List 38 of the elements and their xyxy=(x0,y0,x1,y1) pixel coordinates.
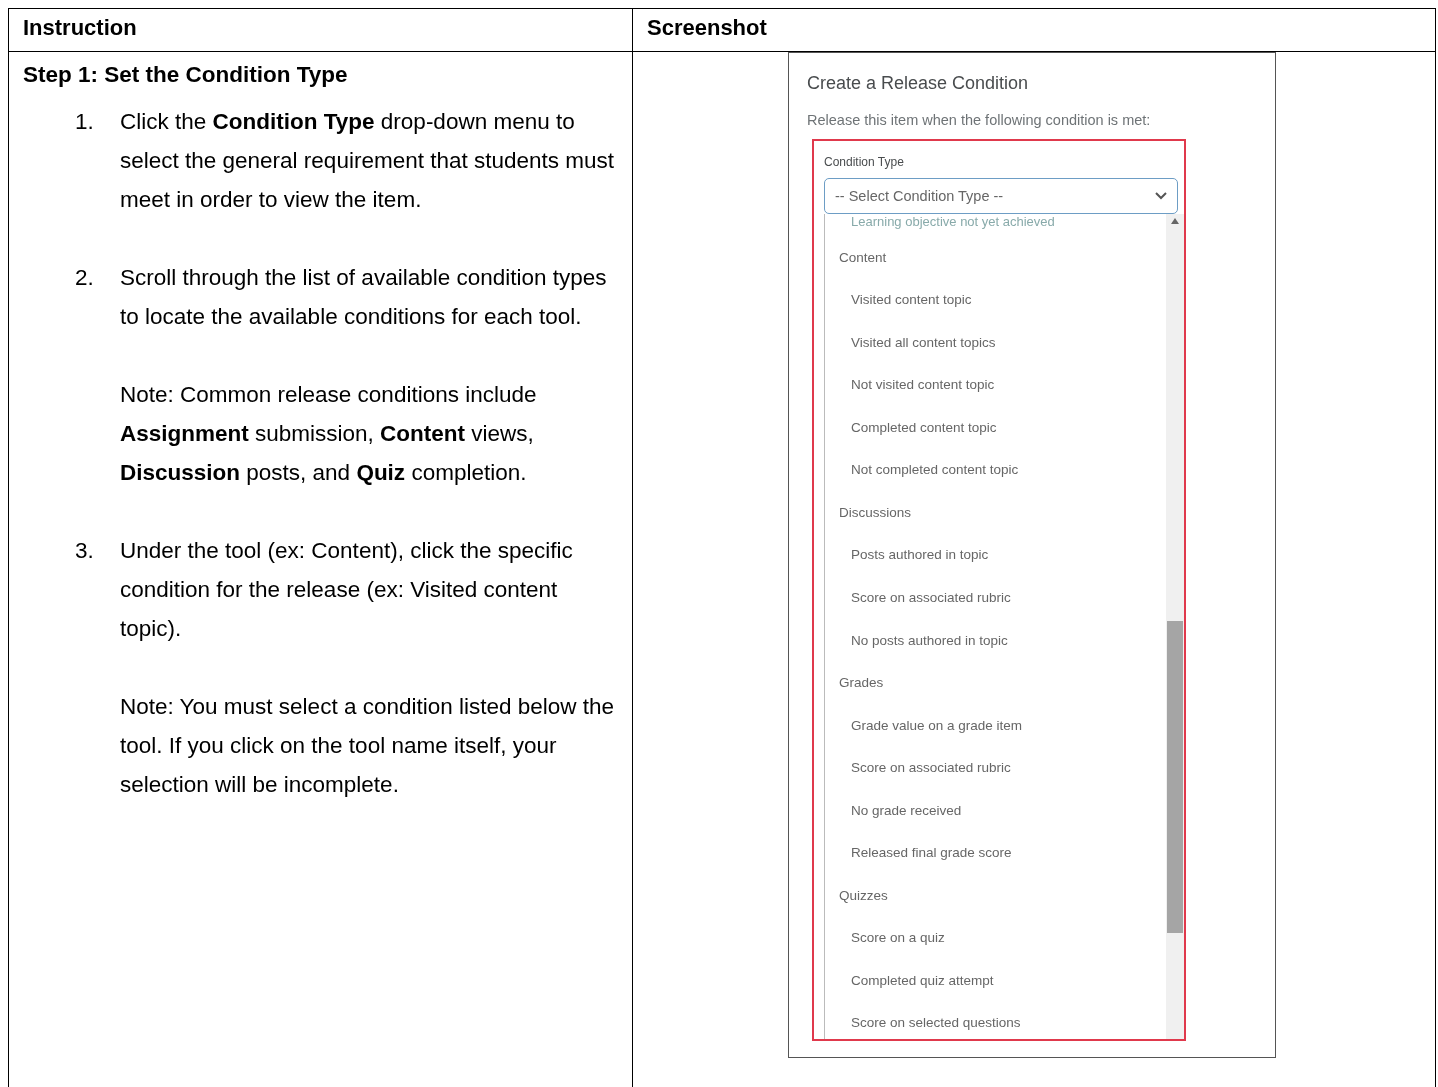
group-heading: Content xyxy=(839,249,887,265)
list-number: 2. xyxy=(74,264,95,292)
instruction-text: Under the tool (ex: Content), click the specific condition for the release (ex: Visited content topic). xyxy=(120,537,574,643)
option-item[interactable]: Completed quiz attempt xyxy=(851,972,994,988)
group-heading: Quizzes xyxy=(839,887,888,903)
scrollbar-thumb[interactable] xyxy=(1167,621,1183,933)
dialog-title: Create a Release Condition xyxy=(807,73,1029,94)
option-item[interactable]: Visited all content topics xyxy=(851,334,996,350)
option-item[interactable]: Score on a quiz xyxy=(851,930,945,946)
option-item[interactable]: Score on associated rubric xyxy=(851,590,1011,605)
option-item[interactable]: Grade value on a grade item xyxy=(851,717,1023,733)
option-item[interactable]: Score on selected questions xyxy=(851,1015,1021,1031)
condition-type-dropdown[interactable]: -- Select Condition Type -- xyxy=(824,178,1178,214)
list-number: 1. xyxy=(74,108,95,136)
scrollbar[interactable] xyxy=(1166,214,1184,1039)
option-item[interactable]: No grade received xyxy=(851,802,962,818)
instruction-text: Note: You must select a condition listed below the tool. If you click on the tool name itself, your selection will be incomplete. xyxy=(120,693,616,799)
option-item[interactable]: Completed content topic xyxy=(851,419,997,435)
column-header: Instruction xyxy=(8,8,633,52)
option-item[interactable]: Score on associated rubric xyxy=(851,760,1011,776)
chevron-icon xyxy=(1155,192,1167,200)
column-header: Screenshot xyxy=(632,8,1436,52)
list-number: 3. xyxy=(74,537,95,565)
step-title: Step 1: Set the Condition Type xyxy=(23,62,348,88)
instruction-text: Click the Condition Type drop-down menu to select the general requirement that students must meet in order to view the item. xyxy=(120,108,616,214)
option-item[interactable]: Not visited content topic xyxy=(851,377,995,393)
option-item[interactable]: Posts authored in topic xyxy=(851,547,989,563)
option-item[interactable]: Visited content topic xyxy=(851,292,972,308)
field-label: Condition Type xyxy=(824,155,904,169)
option-item[interactable]: No posts authored in topic xyxy=(851,632,1008,648)
scroll-up-icon xyxy=(1171,218,1179,224)
instruction-text: Scroll through the list of available condition types to locate the available conditions for each tool. xyxy=(120,264,608,331)
option-item[interactable]: Not completed content topic xyxy=(851,462,1019,478)
option-item[interactable]: Released final grade score xyxy=(851,845,1012,861)
group-heading: Discussions xyxy=(839,504,912,520)
instruction-text: Note: Common release conditions include Assignment submission, Content views, Discussion posts, and Quiz completion. xyxy=(120,381,538,487)
group-heading: Grades xyxy=(839,675,884,691)
prompt-text: Release this item when the following condition is met: xyxy=(807,112,1151,128)
